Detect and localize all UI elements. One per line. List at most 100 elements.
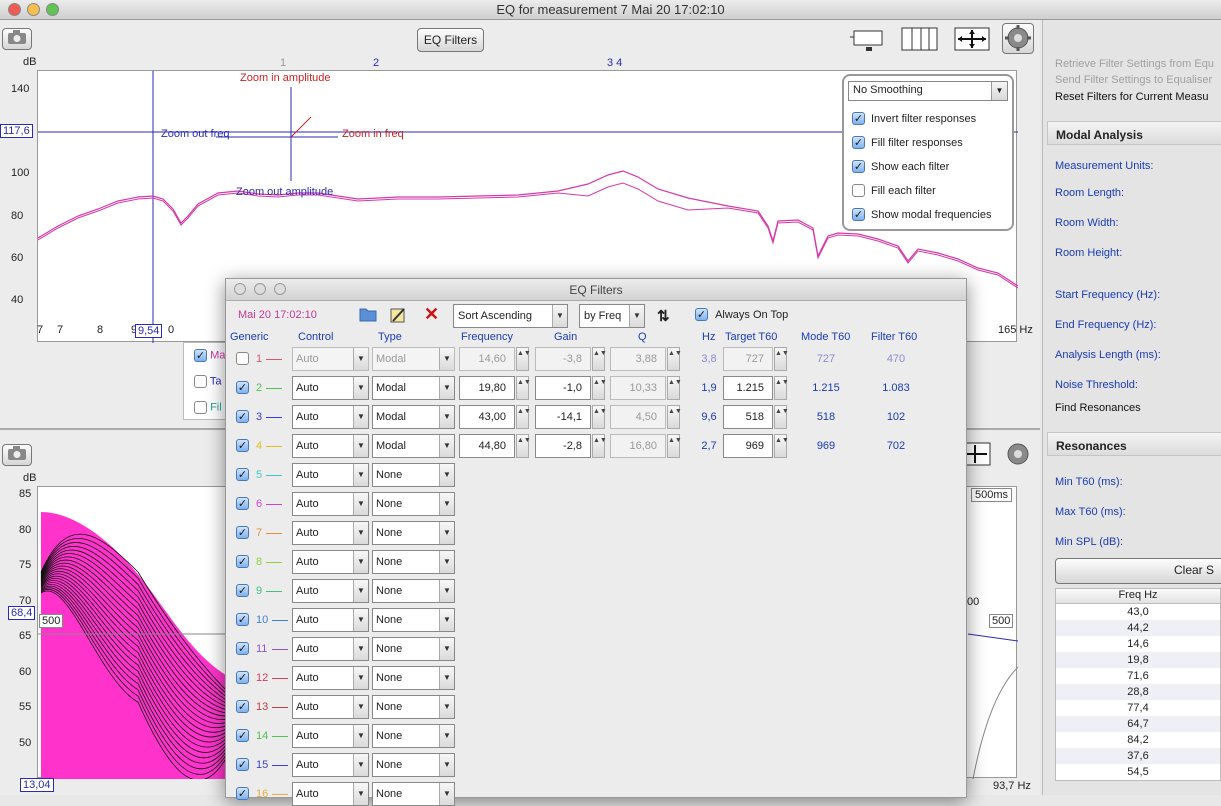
filter-type-select[interactable]: None ▼	[372, 579, 455, 603]
menu-reset[interactable]: Reset Filters for Current Measu	[1055, 91, 1208, 103]
dialog-minimize-button[interactable]	[254, 283, 266, 295]
filter-gain-field[interactable]: -14,1	[535, 405, 591, 429]
filter-control-select[interactable]: Auto ▼	[292, 608, 369, 632]
sort-direction-icon[interactable]: ⇅	[657, 307, 670, 325]
camera-icon[interactable]	[2, 28, 32, 50]
stepper-icon[interactable]: ▲▼	[592, 376, 607, 400]
stepper-icon[interactable]: ▲▼	[516, 405, 531, 429]
filter-control-select[interactable]: Auto ▼	[292, 463, 369, 487]
legend-check-1[interactable]	[194, 375, 207, 388]
filter-type-select[interactable]: None ▼	[372, 550, 455, 574]
option-row[interactable]: ✓ Show modal frequencies	[852, 208, 991, 221]
filter-control-select[interactable]: Auto ▼	[292, 666, 369, 690]
option-checkbox[interactable]: ✓	[852, 136, 865, 149]
filter-q-field[interactable]: 3,88	[610, 347, 666, 371]
filter-gain-field[interactable]: -1,0	[535, 376, 591, 400]
option-row[interactable]: ✓ Show each filter	[852, 160, 949, 173]
filter-type-select[interactable]: None ▼	[372, 608, 455, 632]
filter-enable-checkbox[interactable]	[236, 352, 249, 365]
filter-freq-field[interactable]: 44,80	[459, 434, 515, 458]
filter-enable-checkbox[interactable]: ✓	[236, 613, 249, 626]
stepper-icon[interactable]: ▲▼	[667, 405, 682, 429]
filter-target-t60-field[interactable]: 1.215	[723, 376, 773, 400]
filter-control-select[interactable]: Auto ▼	[292, 347, 369, 371]
option-row[interactable]: ✓ Fill filter responses	[852, 136, 963, 149]
filter-control-select[interactable]: Auto ▼	[292, 695, 369, 719]
table-row[interactable]: 54,5	[1056, 764, 1220, 780]
zoom-arrows-icon[interactable]	[952, 25, 992, 53]
camera-icon-bottom[interactable]	[2, 444, 32, 466]
filter-type-select[interactable]: None ▼	[372, 492, 455, 516]
filter-enable-checkbox[interactable]: ✓	[236, 468, 249, 481]
stepper-icon[interactable]: ▲▼	[667, 434, 682, 458]
filter-enable-checkbox[interactable]: ✓	[236, 439, 249, 452]
filter-enable-checkbox[interactable]: ✓	[236, 729, 249, 742]
stepper-icon[interactable]: ▲▼	[774, 376, 789, 400]
filter-enable-checkbox[interactable]: ✓	[236, 671, 249, 684]
filter-enable-checkbox[interactable]: ✓	[236, 410, 249, 423]
settings-gear-icon[interactable]	[1002, 23, 1034, 54]
always-on-top-check[interactable]: ✓	[695, 308, 708, 321]
filter-enable-checkbox[interactable]: ✓	[236, 584, 249, 597]
filter-type-select[interactable]: Modal ▼	[372, 376, 455, 400]
option-checkbox[interactable]: ✓	[852, 160, 865, 173]
filter-gain-field[interactable]: -3,8	[535, 347, 591, 371]
grid-icon[interactable]	[901, 26, 939, 52]
option-row[interactable]: Fill each filter	[852, 184, 936, 197]
filter-target-t60-field[interactable]: 969	[723, 434, 773, 458]
table-row[interactable]: 14,6	[1056, 636, 1220, 652]
table-row[interactable]: 84,2	[1056, 732, 1220, 748]
stepper-icon[interactable]: ▲▼	[667, 376, 682, 400]
stepper-icon[interactable]: ▲▼	[592, 347, 607, 371]
zoom-out-amplitude-label[interactable]: Zoom out amplitude	[236, 186, 333, 198]
modal-analysis-header[interactable]: Modal Analysis	[1047, 121, 1221, 145]
legend-check-0[interactable]: ✓	[194, 349, 207, 362]
filter-enable-checkbox[interactable]: ✓	[236, 381, 249, 394]
filter-type-select[interactable]: Modal ▼	[372, 347, 455, 371]
filter-type-select[interactable]: Modal ▼	[372, 405, 455, 429]
filter-control-select[interactable]: Auto ▼	[292, 376, 369, 400]
filter-enable-checkbox[interactable]: ✓	[236, 700, 249, 713]
clear-button[interactable]: Clear S	[1055, 558, 1221, 584]
stepper-icon[interactable]: ▲▼	[516, 347, 531, 371]
find-resonances-label[interactable]: Find Resonances	[1055, 402, 1141, 414]
filter-type-select[interactable]: None ▼	[372, 724, 455, 748]
sort-select[interactable]: Sort Ascending ▼	[453, 304, 568, 328]
settings-gear-icon-bottom[interactable]	[1002, 440, 1034, 470]
folder-icon[interactable]	[359, 306, 377, 325]
fit-window-icon[interactable]	[848, 25, 886, 53]
filter-control-select[interactable]: Auto ▼	[292, 492, 369, 516]
filter-q-field[interactable]: 10,33	[610, 376, 666, 400]
by-select[interactable]: by Freq ▼	[579, 304, 645, 328]
menu-retrieve[interactable]: Retrieve Filter Settings from Equ	[1055, 58, 1214, 70]
filter-control-select[interactable]: Auto ▼	[292, 434, 369, 458]
edit-icon[interactable]	[389, 306, 407, 327]
stepper-icon[interactable]: ▲▼	[774, 434, 789, 458]
filter-type-select[interactable]: Modal ▼	[372, 434, 455, 458]
stepper-icon[interactable]: ▲▼	[774, 405, 789, 429]
eq-filters-button[interactable]: EQ Filters	[417, 28, 484, 52]
filter-enable-checkbox[interactable]: ✓	[236, 787, 249, 800]
dialog-close-button[interactable]	[234, 283, 246, 295]
filter-type-select[interactable]: None ▼	[372, 521, 455, 545]
filter-type-select[interactable]: None ▼	[372, 666, 455, 690]
filter-control-select[interactable]: Auto ▼	[292, 521, 369, 545]
filter-target-t60-field[interactable]: 518	[723, 405, 773, 429]
stepper-icon[interactable]: ▲▼	[516, 434, 531, 458]
filter-control-select[interactable]: Auto ▼	[292, 753, 369, 777]
filter-enable-checkbox[interactable]: ✓	[236, 642, 249, 655]
stepper-icon[interactable]: ▲▼	[667, 347, 682, 371]
table-row[interactable]: 28,8	[1056, 684, 1220, 700]
filter-control-select[interactable]: Auto ▼	[292, 637, 369, 661]
filter-q-field[interactable]: 4,50	[610, 405, 666, 429]
menu-send[interactable]: Send Filter Settings to Equaliser	[1055, 74, 1212, 86]
filter-freq-field[interactable]: 14,60	[459, 347, 515, 371]
table-row[interactable]: 37,6	[1056, 748, 1220, 764]
zoom-out-freq-label[interactable]: Zoom out freq	[161, 128, 229, 140]
filter-enable-checkbox[interactable]: ✓	[236, 555, 249, 568]
option-checkbox[interactable]	[852, 184, 865, 197]
delete-icon[interactable]: ✕	[424, 305, 439, 323]
smoothing-select[interactable]: No Smoothing ▼	[848, 81, 1008, 101]
option-checkbox[interactable]: ✓	[852, 208, 865, 221]
filter-gain-field[interactable]: -2,8	[535, 434, 591, 458]
